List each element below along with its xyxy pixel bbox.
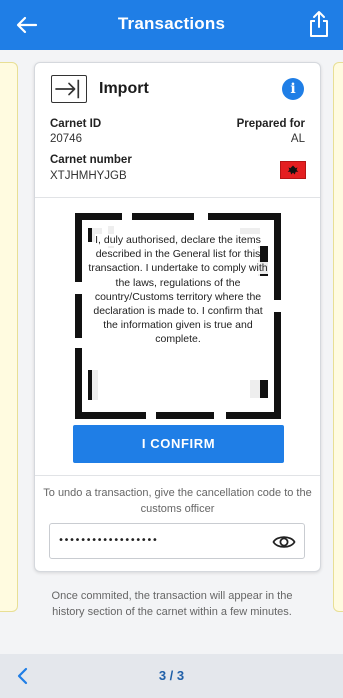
page-title: Transactions	[117, 14, 226, 33]
prepared-for-value: AL	[290, 133, 305, 145]
carnet-number-label: Carnet number	[50, 154, 132, 166]
divider	[35, 475, 320, 476]
previous-card-peek[interactable]	[0, 62, 18, 612]
transaction-card: Import i Carnet ID 20746 Prepared for AL…	[34, 62, 321, 572]
divider	[35, 197, 320, 198]
carnet-id-label: Carnet ID	[50, 118, 102, 130]
commit-footnote: Once commited, the transaction will appe…	[51, 590, 293, 618]
prepared-for-label: Prepared for	[236, 118, 305, 130]
import-arrow-icon	[51, 75, 87, 103]
eye-icon[interactable]	[272, 531, 296, 553]
next-card-peek[interactable]	[333, 62, 343, 612]
info-icon[interactable]: i	[282, 78, 304, 100]
declaration-text: I, duly authorised, declare the items de…	[75, 211, 281, 347]
cancellation-code-value: ••••••••••••••••••	[58, 535, 158, 546]
cancellation-code-field[interactable]: ••••••••••••••••••	[49, 523, 305, 559]
share-icon[interactable]	[307, 9, 331, 39]
carnet-id-value: 20746	[50, 133, 82, 145]
declaration-text-content: I, duly authorised, declare the items de…	[88, 234, 268, 346]
transaction-type-label: Import	[99, 80, 149, 97]
app-bar: Transactions	[0, 0, 343, 50]
page-indicator: 3 / 3	[158, 668, 185, 683]
undo-instruction: To undo a transaction, give the cancella…	[43, 487, 312, 515]
albania-flag-icon	[280, 161, 306, 179]
transaction-type-row: Import i	[51, 75, 308, 103]
pager-bar: 3 / 3	[0, 654, 343, 698]
confirm-button[interactable]: I CONFIRM	[73, 425, 284, 463]
carnet-number-value: XTJHMHYJGB	[50, 170, 127, 182]
